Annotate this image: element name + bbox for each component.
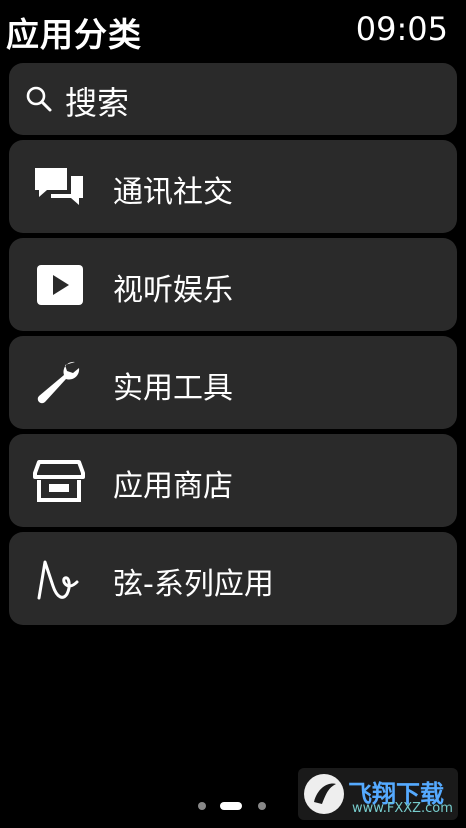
wrench-icon	[37, 361, 80, 404]
category-label: 实用工具	[113, 371, 233, 406]
watermark-logo: 飞翔下载 www.FXXZ.com	[298, 768, 458, 820]
category-label: 应用商店	[113, 469, 233, 504]
page-dot-active	[220, 802, 242, 810]
search-label: 搜索	[65, 84, 130, 122]
search-icon	[26, 86, 52, 112]
page-dot	[258, 802, 266, 810]
category-label: 弦-系列应用	[113, 567, 274, 602]
category-list: 通讯社交 视听娱乐 实用工具 应用商店 弦-系列应用	[9, 140, 457, 630]
chat-icon	[35, 168, 83, 205]
status-header: 应用分类 09:05	[0, 0, 466, 62]
watermark-url: www.FXXZ.com	[352, 801, 453, 816]
clock: 09:05	[355, 10, 448, 48]
category-label: 视听娱乐	[113, 273, 233, 308]
page-title: 应用分类	[6, 15, 142, 54]
category-label: 通讯社交	[113, 175, 233, 210]
category-communication[interactable]: 通讯社交	[9, 140, 457, 233]
category-entertainment[interactable]: 视听娱乐	[9, 238, 457, 331]
category-tools[interactable]: 实用工具	[9, 336, 457, 429]
xian-logo-icon	[37, 560, 79, 600]
play-icon	[37, 265, 83, 305]
search-bar[interactable]: 搜索	[9, 63, 457, 135]
category-xian-apps[interactable]: 弦-系列应用	[9, 532, 457, 625]
fxxz-logo-icon	[304, 774, 344, 814]
page-dot	[198, 802, 206, 810]
store-icon	[33, 460, 85, 502]
category-app-store[interactable]: 应用商店	[9, 434, 457, 527]
